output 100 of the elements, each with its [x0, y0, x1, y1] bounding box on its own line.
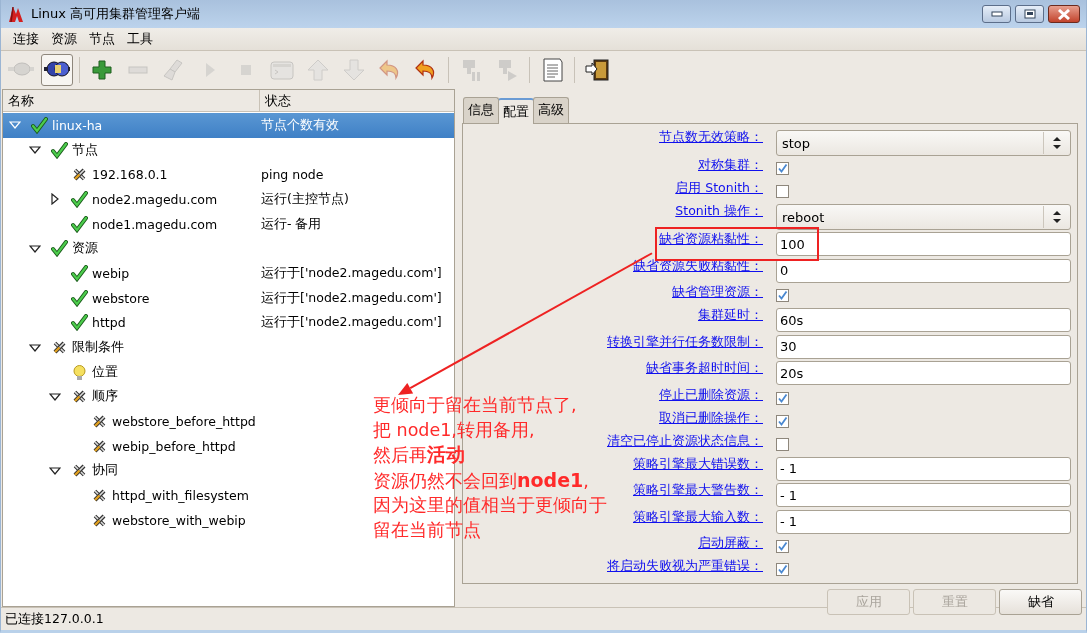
- tree-row[interactable]: webip 运行于['node2.magedu.com']: [3, 261, 442, 286]
- tree-row[interactable]: webstore 运行于['node2.magedu.com']: [3, 285, 442, 311]
- node-name: 顺序: [92, 388, 118, 406]
- down-arrow-icon: [341, 57, 367, 83]
- tree-row[interactable]: 节点: [3, 137, 259, 163]
- menu-item[interactable]: 工具: [121, 30, 159, 48]
- input-field[interactable]: 0: [776, 258, 1071, 283]
- field-label-link[interactable]: 取消已删除操作：: [659, 409, 763, 433]
- field-label-link[interactable]: 停止已删除资源：: [659, 386, 763, 410]
- tree-row[interactable]: 位置: [3, 359, 259, 385]
- exit-door-icon: [584, 57, 610, 83]
- node-name: 限制条件: [72, 339, 124, 357]
- menu-item[interactable]: 节点: [83, 30, 121, 48]
- maximize-button[interactable]: [1015, 5, 1044, 23]
- minimize-icon: [990, 11, 1003, 17]
- plus-icon: [89, 57, 115, 83]
- node-name: node2.magedu.com: [92, 191, 218, 207]
- field-label-link[interactable]: 启用 Stonith：: [675, 180, 763, 203]
- check-icon: [51, 141, 68, 159]
- check-icon: [51, 240, 68, 258]
- node-name: node1.magedu.com: [92, 216, 218, 232]
- tree-row[interactable]: webstore_before_httpd: [3, 409, 259, 434]
- node-name: 资源: [72, 240, 98, 258]
- node-status: 运行于['node2.magedu.com']: [260, 289, 442, 307]
- input-field[interactable]: 60s: [776, 308, 1071, 333]
- tree-row[interactable]: node1.magedu.com 运行- 备用: [3, 211, 322, 237]
- field-label-link[interactable]: 将启动失败视为严重错误：: [607, 558, 763, 581]
- tab[interactable]: 信息: [463, 97, 499, 123]
- annotation-note: 更倾向于留在当前节点了, 把 node1,转用备用, 然后再活动 资源仍然不会回到node1, 因为这里的值相当于更倾向于 留在当前节点: [373, 394, 607, 542]
- input-field[interactable]: - 1: [776, 483, 1071, 508]
- dropdown[interactable]: stop: [776, 130, 1071, 156]
- collapse-arrow-icon[interactable]: [29, 242, 41, 255]
- field-label-link[interactable]: 策略引擎最大错误数：: [633, 455, 763, 482]
- tree-row[interactable]: 限制条件: [3, 335, 259, 360]
- close-button[interactable]: [1048, 5, 1080, 23]
- field-label-link[interactable]: Stonith 操作：: [675, 203, 763, 231]
- tree-row[interactable]: linux-ha 节点个数有效: [3, 113, 454, 138]
- input-field[interactable]: 30: [776, 334, 1071, 359]
- input-field[interactable]: - 1: [776, 456, 1071, 481]
- input-field[interactable]: 20s: [776, 361, 1071, 386]
- collapse-arrow-icon[interactable]: [49, 464, 61, 477]
- field-label-link[interactable]: 启动屏蔽：: [698, 535, 763, 558]
- checkbox[interactable]: [776, 391, 789, 405]
- up-arrow-icon: [305, 57, 331, 83]
- tree-row[interactable]: httpd_with_filesystem: [3, 483, 259, 508]
- field-label-link[interactable]: 缺省事务超时时间：: [646, 360, 763, 387]
- field-label-link[interactable]: 转换引擎并行任务数限制：: [607, 333, 763, 360]
- tree-row[interactable]: webstore_with_webip: [3, 508, 259, 533]
- field-label-link[interactable]: 集群延时：: [698, 307, 763, 334]
- checkbox[interactable]: [776, 437, 789, 451]
- window-title: Linux 高可用集群管理客户端: [31, 5, 202, 23]
- node-name: 节点: [72, 141, 98, 159]
- collapse-arrow-icon[interactable]: [29, 341, 41, 354]
- field-label-link[interactable]: 策略引擎最大警告数：: [633, 482, 763, 509]
- toolbar-button[interactable]: [41, 54, 73, 86]
- tab[interactable]: 配置: [498, 98, 534, 124]
- field-label-link[interactable]: 缺省资源粘黏性：: [659, 231, 763, 258]
- tree-row[interactable]: node2.magedu.com 运行(主控节点): [3, 187, 349, 212]
- node-name: webip: [92, 265, 130, 281]
- expand-arrow-icon[interactable]: [49, 193, 61, 206]
- push-button[interactable]: 缺省: [999, 589, 1082, 615]
- field-label-link[interactable]: 缺省管理资源：: [672, 284, 763, 307]
- check-icon: [71, 190, 88, 208]
- tree-row[interactable]: 协同: [3, 458, 259, 484]
- dropdown[interactable]: reboot: [776, 204, 1071, 230]
- tree-row[interactable]: webip_before_httpd: [3, 433, 259, 459]
- node-name: 192.168.0.1: [92, 167, 168, 183]
- minimize-button[interactable]: [982, 5, 1011, 23]
- check-icon: [31, 116, 48, 134]
- checkbox[interactable]: [776, 185, 789, 198]
- collapse-arrow-icon[interactable]: [49, 390, 61, 403]
- tree-row[interactable]: httpd 运行于['node2.magedu.com']: [3, 310, 442, 336]
- tab[interactable]: 高级: [533, 97, 569, 123]
- node-name: webip_before_httpd: [112, 438, 236, 454]
- checkbox[interactable]: [776, 563, 789, 576]
- menu-item[interactable]: 连接: [7, 30, 45, 48]
- node-name: 位置: [92, 363, 118, 381]
- input-field[interactable]: 100: [776, 232, 1071, 257]
- field-label-link[interactable]: 节点数无效策略：: [659, 129, 763, 157]
- checkbox[interactable]: [776, 540, 789, 553]
- tree-row[interactable]: 192.168.0.1 ping node: [3, 162, 324, 188]
- node-status: 运行于['node2.magedu.com']: [260, 314, 442, 332]
- checkbox[interactable]: [776, 414, 789, 428]
- column-header[interactable]: 状态: [260, 90, 291, 111]
- column-header[interactable]: 名称: [3, 90, 260, 111]
- node-status: ping node: [260, 167, 324, 183]
- field-label-link[interactable]: 清空已停止资源状态信息：: [607, 432, 763, 456]
- node-name: webstore_before_httpd: [112, 414, 256, 430]
- checkbox[interactable]: [776, 289, 789, 302]
- checkbox[interactable]: [776, 162, 789, 175]
- input-field[interactable]: - 1: [776, 509, 1071, 534]
- field-label-link[interactable]: 对称集群：: [698, 157, 763, 180]
- field-label-link[interactable]: 策略引擎最大输入数：: [633, 508, 763, 535]
- tree-row[interactable]: 资源: [3, 236, 259, 262]
- node-status: 节点个数有效: [260, 116, 339, 134]
- light-bulb-icon: [71, 363, 88, 381]
- tree-row[interactable]: 顺序: [3, 384, 259, 410]
- app-logo-icon: [7, 5, 25, 23]
- node-name: linux-ha: [52, 117, 103, 133]
- menu-item[interactable]: 资源: [45, 30, 83, 48]
